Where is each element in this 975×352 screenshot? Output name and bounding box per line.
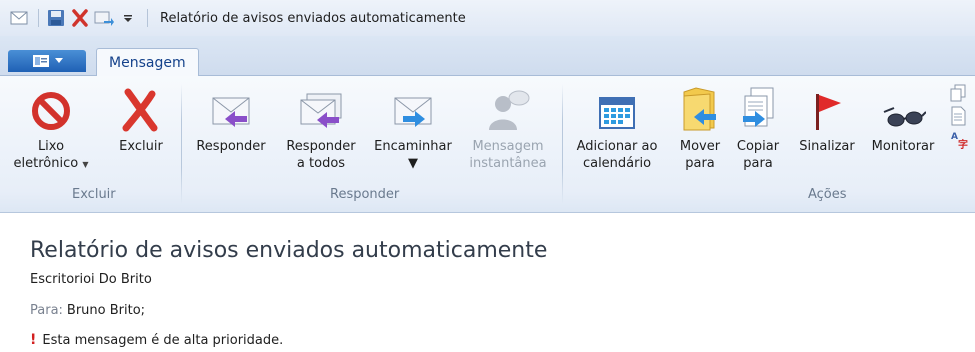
ribbon-tab-row: Mensagem — [0, 36, 975, 77]
message-subject: Relatório de avisos enviados automaticam… — [30, 238, 548, 263]
add-calendar-label-1: Adicionar ao — [576, 139, 658, 154]
copy-label-1: Copiar — [736, 139, 780, 154]
translate-icon[interactable]: A字 — [950, 130, 970, 154]
move-to-button[interactable]: Mover para — [672, 82, 728, 172]
high-priority-icon: ! — [30, 332, 37, 348]
move-folder-icon — [683, 87, 716, 131]
forward-label: Encaminhar — [374, 139, 452, 154]
reply-all-icon — [300, 93, 342, 128]
small-actions-column: A字 — [950, 84, 970, 156]
watch-button[interactable]: Monitorar — [864, 82, 942, 155]
window-title: Relatório de avisos enviados automaticam… — [160, 10, 466, 26]
glasses-icon — [883, 107, 926, 127]
svg-text:字: 字 — [958, 138, 968, 150]
save-icon[interactable] — [45, 7, 67, 29]
chevron-down-icon[interactable]: ▼ — [408, 155, 418, 172]
title-bar: Relatório de avisos enviados automaticam… — [0, 0, 975, 36]
instant-message-label-1: Mensagem — [472, 139, 544, 154]
junk-button[interactable]: Lixo eletrônico ▼ — [14, 82, 88, 173]
group-label-acoes: Ações — [808, 187, 847, 202]
add-calendar-label-2: calendário — [582, 156, 652, 171]
message-recipients: Para: Bruno Brito; — [30, 303, 145, 318]
move-label-2: para — [685, 156, 715, 171]
reply-all-label-1: Responder — [286, 139, 356, 154]
reply-all-button[interactable]: Responder a todos — [276, 82, 366, 172]
move-label-1: Mover — [679, 139, 721, 154]
reply-label: Responder — [196, 139, 266, 154]
delete-label: Excluir — [119, 139, 163, 154]
to-recipient[interactable]: Bruno Brito; — [67, 303, 145, 318]
priority-text: Esta mensagem é de alta prioridade. — [42, 332, 284, 348]
chevron-down-icon: ▼ — [82, 160, 89, 169]
copy-small-icon[interactable] — [950, 84, 970, 106]
ribbon: Lixo eletrônico ▼ Excluir Excluir Respon… — [0, 76, 975, 213]
instant-message-button: Mensagem instantânea — [462, 82, 554, 172]
file-menu-button[interactable] — [8, 50, 86, 72]
flag-icon — [816, 94, 841, 130]
delete-icon[interactable] — [69, 7, 91, 29]
to-label: Para: — [30, 303, 63, 318]
delete-x-icon — [122, 88, 158, 132]
group-label-responder: Responder — [330, 187, 400, 202]
group-label-excluir: Excluir — [72, 187, 116, 202]
junk-label-1: Lixo — [37, 139, 65, 154]
priority-notice: ! Esta mensagem é de alta prioridade. — [30, 332, 283, 348]
delete-button[interactable]: Excluir — [112, 82, 170, 155]
instant-message-label-2: instantânea — [469, 156, 547, 171]
flag-button[interactable]: Sinalizar — [792, 82, 862, 155]
qat-separator — [38, 9, 39, 27]
copy-document-icon — [743, 87, 774, 127]
file-menu-icon — [32, 55, 49, 67]
message-sender[interactable]: Escritorioi Do Brito — [30, 272, 152, 287]
reply-button[interactable]: Responder — [188, 82, 274, 155]
forward-button[interactable]: Encaminhar ▼ — [368, 82, 458, 172]
svg-text:A: A — [951, 132, 958, 142]
reply-icon — [212, 97, 250, 127]
copy-to-button[interactable]: Copiar para — [730, 82, 786, 172]
mail-icon[interactable] — [8, 7, 30, 29]
group-separator — [562, 84, 563, 204]
forward-quick-icon[interactable] — [93, 7, 115, 29]
document-small-icon[interactable] — [950, 106, 970, 130]
title-separator — [147, 9, 148, 27]
flag-label: Sinalizar — [799, 139, 855, 154]
watch-label: Monitorar — [871, 139, 935, 154]
customize-qat-icon[interactable] — [117, 7, 139, 29]
forward-icon — [394, 97, 432, 127]
block-icon — [32, 92, 70, 130]
tab-mensagem[interactable]: Mensagem — [96, 48, 199, 77]
reply-all-label-2: a todos — [296, 156, 346, 171]
copy-label-2: para — [743, 156, 773, 171]
calendar-icon — [599, 97, 635, 129]
junk-label-2: eletrônico — [13, 156, 79, 171]
instant-message-icon — [489, 90, 530, 130]
chevron-down-icon — [54, 58, 63, 63]
add-to-calendar-button[interactable]: Adicionar ao calendário — [570, 82, 664, 172]
group-separator — [181, 84, 182, 204]
